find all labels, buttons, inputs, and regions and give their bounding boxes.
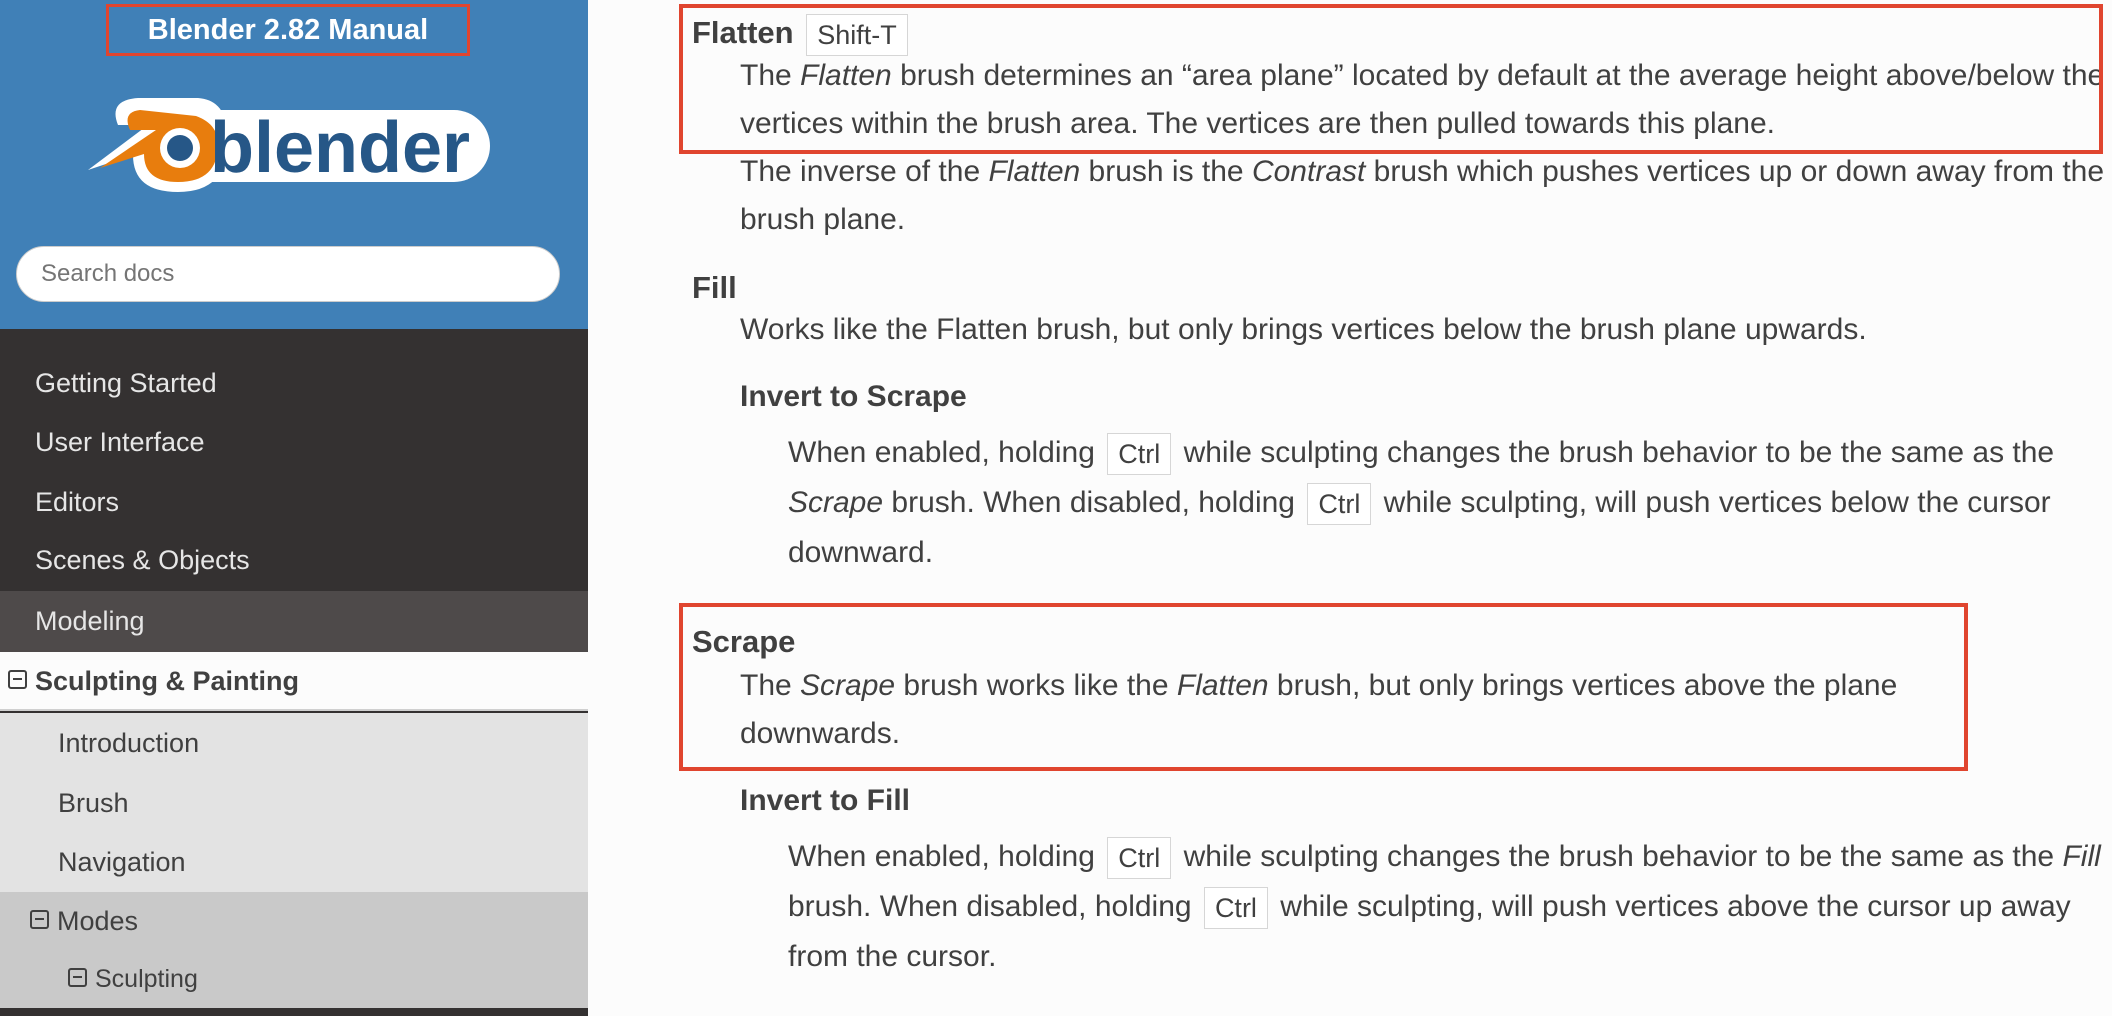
nav-label: Modes <box>57 906 139 936</box>
ctrl-kbd: Ctrl <box>1107 433 1172 476</box>
nav-getting-started[interactable]: Getting Started <box>0 354 588 413</box>
search-input[interactable] <box>16 246 560 302</box>
invert-to-scrape-description: When enabled, holding Ctrl while sculpti… <box>788 428 2112 578</box>
nav-introduction[interactable]: Introduction <box>0 713 588 773</box>
nav-scenes-objects[interactable]: Scenes & Objects <box>0 531 588 590</box>
fill-description: Works like the Flatten brush, but only b… <box>740 313 1867 346</box>
highlight-box-scrape <box>679 603 1968 771</box>
flatten-inverse-note: The inverse of the Flatten brush is the … <box>740 155 2105 236</box>
logo-text: blender <box>210 108 470 188</box>
highlight-box-flatten <box>679 4 2103 154</box>
main-content: Flatten Shift-T The Flatten brush determ… <box>588 0 2112 1016</box>
nav-user-interface[interactable]: User Interface <box>0 413 588 472</box>
sidebar: Blender 2.82 Manual blender Getting Star… <box>0 0 588 1016</box>
collapse-icon[interactable] <box>68 967 87 987</box>
manual-title-link[interactable]: Blender 2.82 Manual <box>106 4 470 56</box>
nav-label: Sculpting <box>95 965 198 993</box>
collapse-icon[interactable] <box>30 910 49 930</box>
nav-modeling[interactable]: Modeling <box>0 591 588 652</box>
nav-modes[interactable]: Modes <box>0 892 588 950</box>
ctrl-kbd: Ctrl <box>1203 887 1268 930</box>
option-invert-to-fill: Invert to Fill <box>740 784 911 817</box>
ctrl-kbd: Ctrl <box>1307 483 1372 526</box>
nav-brush[interactable]: Brush <box>0 773 588 833</box>
ctrl-kbd: Ctrl <box>1107 837 1172 880</box>
nav-navigation[interactable]: Navigation <box>0 833 588 892</box>
nav-label: Sculpting & Painting <box>35 666 299 696</box>
nav-sculpting[interactable]: Sculpting <box>0 950 588 1008</box>
collapse-icon[interactable] <box>8 670 27 690</box>
invert-to-fill-description: When enabled, holding Ctrl while sculpti… <box>788 832 2112 982</box>
sidebar-header: Blender 2.82 Manual blender <box>0 0 588 329</box>
nav-editors[interactable]: Editors <box>0 473 588 532</box>
option-invert-to-scrape: Invert to Scrape <box>740 380 967 413</box>
nav-sculpting-painting[interactable]: Sculpting & Painting <box>0 652 588 711</box>
term-fill: Fill <box>692 270 737 305</box>
blender-logo[interactable]: blender <box>78 80 498 200</box>
